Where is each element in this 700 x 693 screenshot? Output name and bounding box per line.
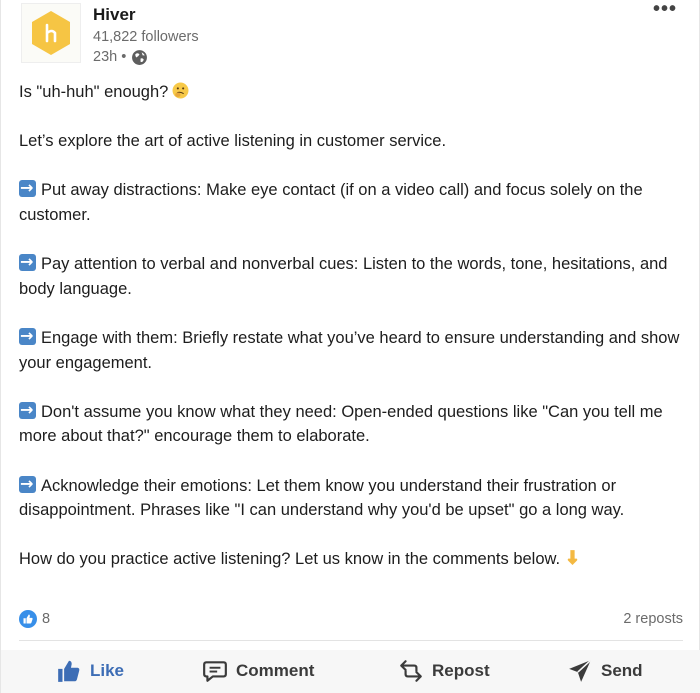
- repost-arrows-icon: [400, 660, 422, 682]
- post-line-tip-3: Engage with them: Briefly restate what y…: [19, 324, 689, 375]
- thinking-face-emoji-icon: [172, 82, 189, 99]
- social-counts: 8 2 reposts: [19, 608, 683, 630]
- repost-button[interactable]: Repost: [398, 658, 490, 684]
- reaction-count[interactable]: 8: [19, 610, 50, 628]
- follower-count: 41,822 followers: [93, 29, 199, 45]
- post-line-question: Is "uh-huh" enough?: [19, 80, 689, 105]
- like-count: 8: [42, 611, 51, 627]
- divider: [19, 640, 683, 641]
- post-line-tip-2: Pay attention to verbal and nonverbal cu…: [19, 250, 689, 301]
- post-action-bar: Like Comment Repost Send: [1, 650, 700, 693]
- post-line-intro: Let’s explore the art of active listenin…: [19, 132, 447, 151]
- globe-icon: [132, 49, 148, 65]
- right-arrow-emoji-icon: [19, 176, 36, 201]
- post-time: 23h •: [93, 49, 127, 65]
- comment-button[interactable]: Comment: [202, 658, 314, 684]
- right-arrow-emoji-icon: [19, 472, 36, 496]
- post-line-tip-5: Acknowledge their emotions: Let them kno…: [19, 472, 689, 523]
- post-line-cta: How do you practice active listening? Le…: [19, 547, 689, 572]
- like-reaction-icon: [19, 610, 37, 628]
- post-timestamp-row: 23h •: [93, 47, 199, 67]
- right-arrow-emoji-icon: [19, 250, 36, 275]
- author-info: Hiver 41,822 followers 23h •: [93, 5, 199, 67]
- send-button[interactable]: Send: [567, 658, 643, 684]
- feed-post: Hiver 41,822 followers 23h • ••• Is "uh-…: [0, 0, 700, 693]
- author-name[interactable]: Hiver: [93, 5, 199, 25]
- post-line-tip-4: Don't assume you know what they need: Op…: [19, 398, 689, 449]
- repost-count[interactable]: 2 reposts: [623, 611, 683, 627]
- post-body: Is "uh-huh" enough? Let’s explore the ar…: [19, 80, 689, 596]
- right-arrow-emoji-icon: [19, 324, 36, 349]
- like-button[interactable]: Like: [56, 658, 124, 684]
- post-line-tip-1: Put away distractions: Make eye contact …: [19, 176, 689, 227]
- right-arrow-emoji-icon: [19, 398, 36, 422]
- send-paper-plane-icon: [569, 659, 592, 682]
- more-options-icon[interactable]: •••: [653, 0, 677, 19]
- thumbs-up-icon: [58, 660, 80, 682]
- pointing-down-emoji-icon: [567, 550, 578, 566]
- company-logo[interactable]: [21, 3, 81, 63]
- hiver-hexagon-logo-icon: [32, 11, 70, 55]
- comment-bubble-icon: [203, 661, 227, 682]
